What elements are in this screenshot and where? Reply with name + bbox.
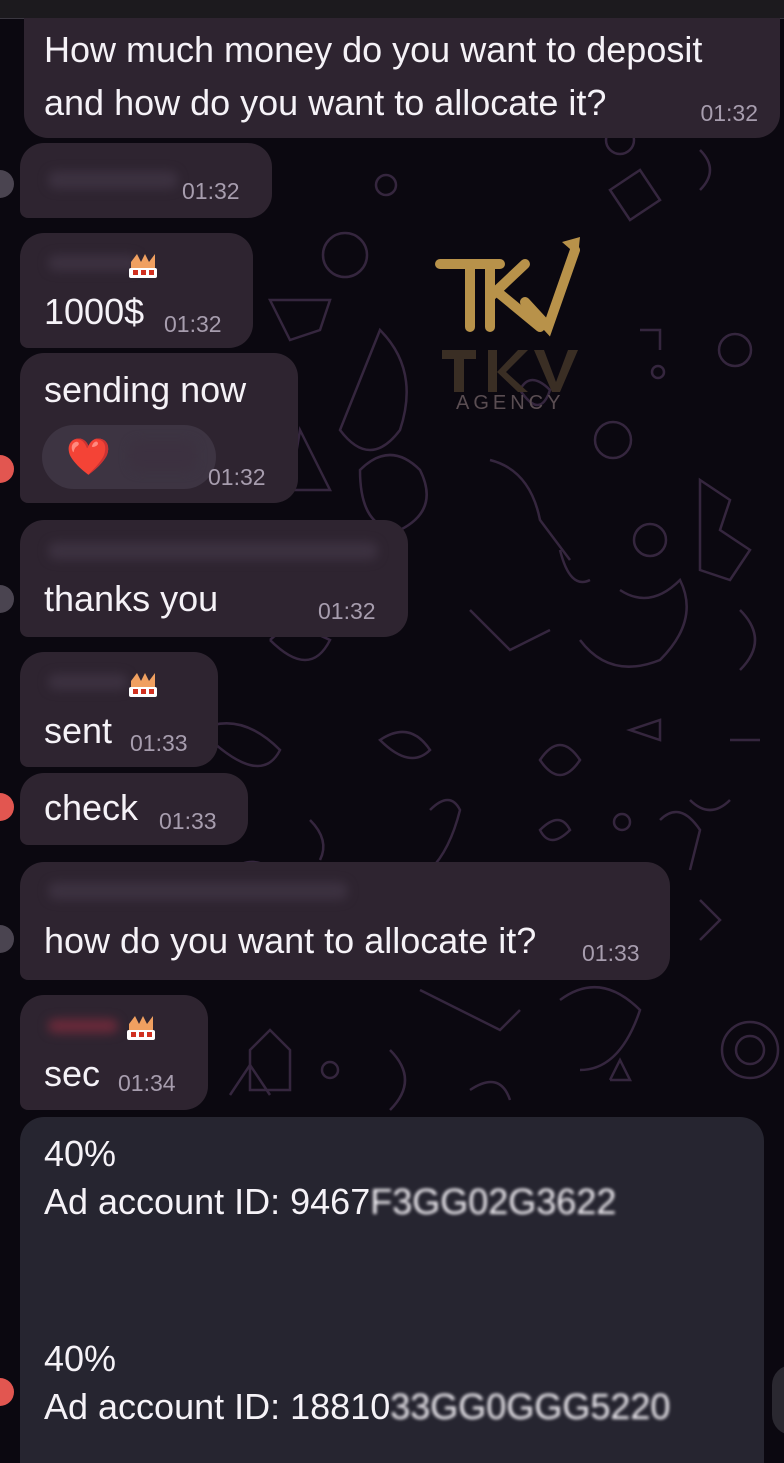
- message-text: Ad account ID: 1881033GG0GGG5220: [44, 1386, 671, 1427]
- animated-emoji-icon: [129, 673, 157, 697]
- message-time: 01:32: [182, 178, 240, 204]
- message-text: 1000$: [44, 291, 145, 332]
- redacted-sender-name: [48, 674, 128, 690]
- message-bubble[interactable]: check 01:33: [20, 773, 248, 845]
- message-time: 01:32: [700, 100, 758, 126]
- animated-emoji-icon: [129, 254, 157, 278]
- message-bubble[interactable]: How much money do you want to deposit an…: [24, 18, 780, 138]
- message-bubble[interactable]: 01:32: [20, 143, 272, 218]
- message-bubble[interactable]: 1000$ 01:32: [20, 233, 253, 348]
- brand-watermark: AGENCY: [430, 232, 590, 422]
- message-time: 01:33: [130, 730, 188, 756]
- message-time: 01:33: [582, 940, 640, 966]
- message-bubble[interactable]: sent 01:33: [20, 652, 218, 767]
- redacted-sender-name: [48, 542, 378, 560]
- message-text: how do you want to allocate it?: [44, 920, 537, 961]
- message-bubble[interactable]: 40% Ad account ID: 9467F3GG02G3622 40% A…: [20, 1117, 764, 1463]
- scroll-down-button[interactable]: [772, 1365, 784, 1435]
- reactor-avatar: [130, 441, 196, 471]
- redacted-text: [48, 171, 178, 189]
- message-text: sec: [44, 1053, 101, 1094]
- message-bubble[interactable]: thanks you 01:32: [20, 520, 408, 637]
- message-text: 40%: [44, 1133, 117, 1174]
- message-text: 40%: [44, 1338, 117, 1379]
- message-text: and how do you want to allocate it?: [44, 82, 607, 123]
- message-text: thanks you: [44, 578, 219, 619]
- message-time: 01:33: [159, 808, 217, 834]
- message-time: 01:34: [118, 1070, 176, 1096]
- heart-icon: ❤️: [66, 436, 111, 477]
- redacted-sender-name: [48, 882, 348, 900]
- message-bubble[interactable]: sec 01:34: [20, 995, 208, 1110]
- message-text: sent: [44, 710, 113, 751]
- animated-emoji-icon: [127, 1016, 155, 1040]
- message-text: How much money do you want to deposit: [44, 29, 703, 70]
- redacted-sender-name: [48, 1019, 118, 1033]
- message-text: sending now: [44, 369, 247, 410]
- message-time: 01:32: [318, 598, 376, 624]
- message-text: check: [44, 787, 139, 828]
- message-bubble[interactable]: how do you want to allocate it? 01:33: [20, 862, 670, 980]
- message-bubble[interactable]: sending now ❤️ 01:32: [20, 353, 298, 503]
- message-time: 01:32: [164, 311, 222, 337]
- brand-subtitle: AGENCY: [456, 392, 565, 414]
- message-time: 01:32: [208, 464, 266, 490]
- reaction-chip[interactable]: ❤️: [42, 425, 216, 489]
- message-text: Ad account ID: 9467F3GG02G3622: [44, 1181, 617, 1222]
